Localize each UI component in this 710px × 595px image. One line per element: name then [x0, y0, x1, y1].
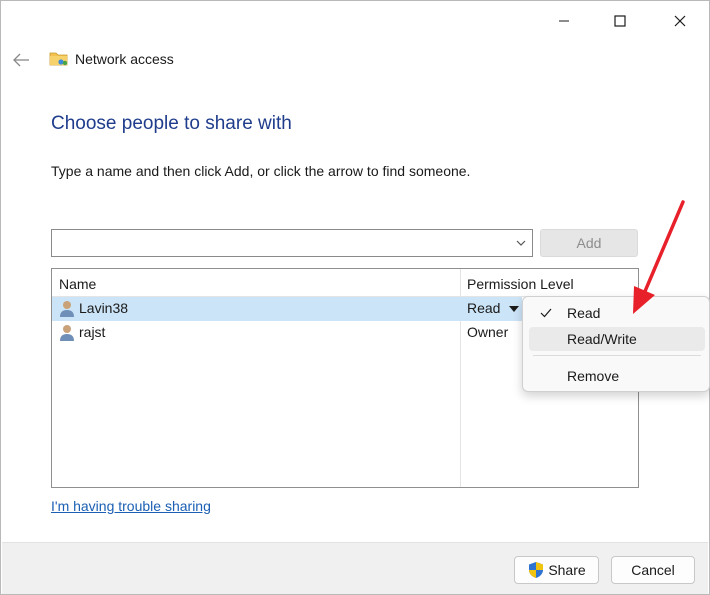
column-header-name[interactable]: Name — [59, 276, 96, 292]
network-folder-icon — [49, 52, 68, 66]
share-button-label: Share — [548, 562, 586, 578]
window-title: Network access — [75, 51, 174, 67]
table-row[interactable]: rajst Owner — [52, 321, 522, 345]
name-combobox[interactable] — [51, 229, 533, 257]
menu-item-remove[interactable]: Remove — [529, 364, 705, 388]
dialog-footer: Share Cancel — [2, 542, 708, 594]
close-button[interactable] — [657, 5, 703, 37]
name-input[interactable] — [52, 230, 502, 256]
list-header: Name Permission Level — [52, 269, 638, 297]
user-name: rajst — [79, 324, 106, 340]
permission-level: Owner — [467, 324, 509, 340]
user-icon — [60, 325, 74, 341]
user-name: Lavin38 — [79, 300, 129, 316]
maximize-icon — [614, 15, 626, 27]
share-button[interactable]: Share — [514, 556, 599, 584]
cancel-button[interactable]: Cancel — [611, 556, 695, 584]
uac-shield-icon — [529, 562, 544, 578]
user-icon — [60, 301, 74, 317]
dropdown-triangle-icon[interactable] — [508, 304, 520, 314]
maximize-button[interactable] — [597, 5, 643, 37]
back-button[interactable] — [7, 47, 35, 73]
trouble-sharing-link[interactable]: I'm having trouble sharing — [51, 498, 211, 514]
minimize-icon — [559, 20, 569, 22]
back-arrow-icon — [13, 53, 29, 67]
checkmark-icon — [540, 308, 552, 318]
chevron-down-icon — [516, 240, 526, 246]
permission-menu: Read Read/Write Remove — [522, 296, 710, 392]
instructions-text: Type a name and then click Add, or click… — [51, 163, 471, 179]
dropdown-button[interactable] — [514, 236, 528, 250]
menu-item-label: Read/Write — [567, 331, 637, 347]
close-icon — [674, 15, 686, 27]
network-access-dialog: Network access Choose people to share wi… — [0, 0, 710, 595]
menu-item-label: Remove — [567, 368, 620, 384]
column-header-permission[interactable]: Permission Level — [467, 276, 574, 292]
add-button[interactable]: Add — [540, 229, 638, 257]
page-heading: Choose people to share with — [51, 113, 292, 134]
menu-item-label: Read — [567, 305, 601, 321]
minimize-button[interactable] — [541, 5, 587, 37]
table-row[interactable]: Lavin38 Read — [52, 297, 522, 321]
menu-item-read[interactable]: Read — [529, 301, 705, 325]
menu-separator — [533, 355, 701, 356]
menu-item-read-write[interactable]: Read/Write — [529, 327, 705, 351]
permission-level[interactable]: Read — [467, 300, 500, 316]
